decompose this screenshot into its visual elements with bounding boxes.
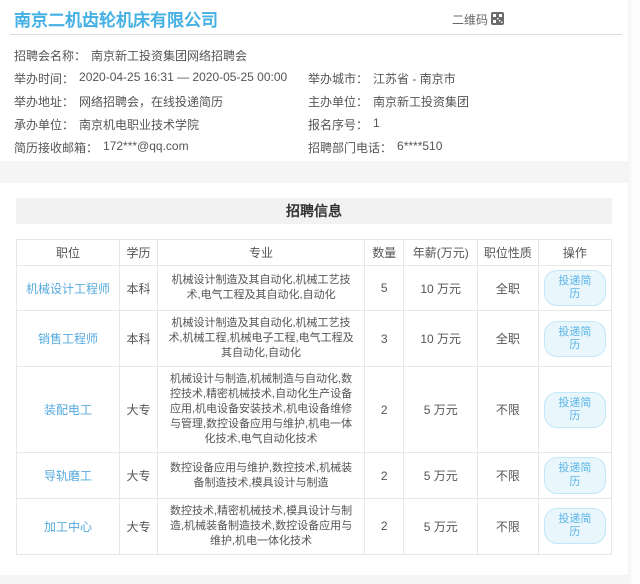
qr-code-icon xyxy=(491,12,504,28)
job-fair-page: 南京二机齿轮机床有限公司 二维码 招聘会名称： 南京新工投资集团网络招聘 xyxy=(0,0,628,584)
apply-resume-button[interactable]: 投递简历 xyxy=(544,508,606,544)
table-row: 机械设计工程师 本科 机械设计制造及其自动化,机械工艺技术,电气工程及其自动化,… xyxy=(17,266,612,311)
info-label: 举办时间： xyxy=(14,70,74,87)
education-cell: 大专 xyxy=(119,367,157,453)
col-header-count: 数量 xyxy=(365,240,404,266)
major-cell: 机械设计制造及其自动化,机械工艺技术,机械工程,机械电子工程,电气工程及其自动化… xyxy=(158,311,365,367)
education-cell: 本科 xyxy=(119,311,157,367)
fair-organizer-field: 承办单位： 南京机电职业技术学院 xyxy=(14,116,308,133)
info-value: 6****510 xyxy=(397,139,442,156)
count-cell: 2 xyxy=(365,498,404,554)
section-separator-band xyxy=(0,161,628,183)
salary-cell: 10 万元 xyxy=(404,311,478,367)
info-row: 简历接收邮箱： 172***@qq.com 招聘部门电话： 6****510 xyxy=(14,136,628,159)
apply-resume-button[interactable]: 投递简历 xyxy=(544,321,606,357)
info-label: 招聘会名称： xyxy=(14,47,86,64)
education-cell: 大专 xyxy=(119,453,157,498)
apply-resume-button[interactable]: 投递简历 xyxy=(544,392,606,428)
position-link[interactable]: 机械设计工程师 xyxy=(17,266,120,311)
count-cell: 2 xyxy=(365,367,404,453)
position-link[interactable]: 导轨磨工 xyxy=(17,453,120,498)
info-value: 南京机电职业技术学院 xyxy=(79,116,199,133)
education-cell: 大专 xyxy=(119,498,157,554)
info-value: 2020-04-25 16:31 — 2020-05-25 00:00 xyxy=(79,70,287,87)
action-cell: 投递简历 xyxy=(538,367,611,453)
recruit-info-section: 招聘信息 职位 学历 专业 数量 年薪(万元) 职位性质 操作 机械 xyxy=(0,183,628,575)
info-value: 1 xyxy=(373,116,380,133)
table-row: 加工中心 大专 数控技术,精密机械技术,模具设计与制造,机械装备制造技术,数控设… xyxy=(17,498,612,554)
info-value: 南京新工投资集团网络招聘会 xyxy=(91,47,247,64)
info-value: 网络招聘会，在线投递简历 xyxy=(79,93,223,110)
qr-code-label: 二维码 xyxy=(452,11,488,28)
education-cell: 本科 xyxy=(119,266,157,311)
fair-host-field: 主办单位： 南京新工投资集团 xyxy=(308,93,608,110)
info-label: 举办城市： xyxy=(308,70,368,87)
table-row: 销售工程师 本科 机械设计制造及其自动化,机械工艺技术,机械工程,机械电子工程,… xyxy=(17,311,612,367)
salary-cell: 5 万元 xyxy=(404,453,478,498)
fair-name-field: 招聘会名称： 南京新工投资集团网络招聘会 xyxy=(14,47,308,64)
registration-number-field: 报名序号： 1 xyxy=(308,116,608,133)
fair-city-field: 举办城市： 江苏省 - 南京市 xyxy=(308,70,608,87)
position-link[interactable]: 装配电工 xyxy=(17,367,120,453)
info-row: 举办时间： 2020-04-25 16:31 — 2020-05-25 00:0… xyxy=(14,67,628,90)
fair-address-field: 举办地址： 网络招聘会，在线投递简历 xyxy=(14,93,308,110)
apply-resume-button[interactable]: 投递简历 xyxy=(544,270,606,306)
hr-phone-field: 招聘部门电话： 6****510 xyxy=(308,139,608,156)
info-label: 招聘部门电话： xyxy=(308,139,392,156)
type-cell: 不限 xyxy=(478,498,539,554)
table-row: 装配电工 大专 机械设计与制造,机械制造与自动化,数控技术,精密机械技术,自动化… xyxy=(17,367,612,453)
info-label: 承办单位： xyxy=(14,116,74,133)
count-cell: 2 xyxy=(365,453,404,498)
action-cell: 投递简历 xyxy=(538,311,611,367)
major-cell: 机械设计制造及其自动化,机械工艺技术,电气工程及其自动化,自动化 xyxy=(158,266,365,311)
salary-cell: 10 万元 xyxy=(404,266,478,311)
position-link[interactable]: 销售工程师 xyxy=(17,311,120,367)
table-header-row: 职位 学历 专业 数量 年薪(万元) 职位性质 操作 xyxy=(17,240,612,266)
action-cell: 投递简历 xyxy=(538,266,611,311)
type-cell: 全职 xyxy=(478,311,539,367)
page-header: 南京二机齿轮机床有限公司 二维码 xyxy=(0,0,628,34)
company-title: 南京二机齿轮机床有限公司 xyxy=(14,10,628,32)
recruit-section-title: 招聘信息 xyxy=(16,198,612,224)
col-header-type: 职位性质 xyxy=(478,240,539,266)
type-cell: 不限 xyxy=(478,453,539,498)
action-cell: 投递简历 xyxy=(538,498,611,554)
major-cell: 数控技术,精密机械技术,模具设计与制造,机械装备制造技术,数控设备应用与维护,机… xyxy=(158,498,365,554)
fair-info-section: 招聘会名称： 南京新工投资集团网络招聘会 举办时间： 2020-04-25 16… xyxy=(0,35,628,161)
action-cell: 投递简历 xyxy=(538,453,611,498)
fair-time-field: 举办时间： 2020-04-25 16:31 — 2020-05-25 00:0… xyxy=(14,70,308,87)
info-value: 江苏省 - 南京市 xyxy=(373,70,456,87)
info-label: 简历接收邮箱： xyxy=(14,139,98,156)
col-header-education: 学历 xyxy=(119,240,157,266)
info-row: 举办地址： 网络招聘会，在线投递简历 主办单位： 南京新工投资集团 xyxy=(14,90,628,113)
qr-code-link[interactable]: 二维码 xyxy=(452,11,504,28)
col-header-salary: 年薪(万元) xyxy=(404,240,478,266)
jobs-table: 职位 学历 专业 数量 年薪(万元) 职位性质 操作 机械设计工程师 本科 机械… xyxy=(16,239,612,555)
count-cell: 3 xyxy=(365,311,404,367)
table-row: 导轨磨工 大专 数控设备应用与维护,数控技术,机械装备制造技术,模具设计与制造 … xyxy=(17,453,612,498)
salary-cell: 5 万元 xyxy=(404,367,478,453)
type-cell: 全职 xyxy=(478,266,539,311)
resume-email-field: 简历接收邮箱： 172***@qq.com xyxy=(14,139,308,156)
col-header-position: 职位 xyxy=(17,240,120,266)
info-label: 报名序号： xyxy=(308,116,368,133)
salary-cell: 5 万元 xyxy=(404,498,478,554)
info-label: 主办单位： xyxy=(308,93,368,110)
info-row: 招聘会名称： 南京新工投资集团网络招聘会 xyxy=(14,44,628,67)
info-value: 南京新工投资集团 xyxy=(373,93,469,110)
col-header-action: 操作 xyxy=(538,240,611,266)
major-cell: 机械设计与制造,机械制造与自动化,数控技术,精密机械技术,自动化生产设备应用,机… xyxy=(158,367,365,453)
major-cell: 数控设备应用与维护,数控技术,机械装备制造技术,模具设计与制造 xyxy=(158,453,365,498)
position-link[interactable]: 加工中心 xyxy=(17,498,120,554)
count-cell: 5 xyxy=(365,266,404,311)
info-label: 举办地址： xyxy=(14,93,74,110)
apply-resume-button[interactable]: 投递简历 xyxy=(544,457,606,493)
info-row: 承办单位： 南京机电职业技术学院 报名序号： 1 xyxy=(14,113,628,136)
col-header-major: 专业 xyxy=(158,240,365,266)
info-value: 172***@qq.com xyxy=(103,139,189,156)
type-cell: 不限 xyxy=(478,367,539,453)
bottom-band xyxy=(0,575,628,584)
